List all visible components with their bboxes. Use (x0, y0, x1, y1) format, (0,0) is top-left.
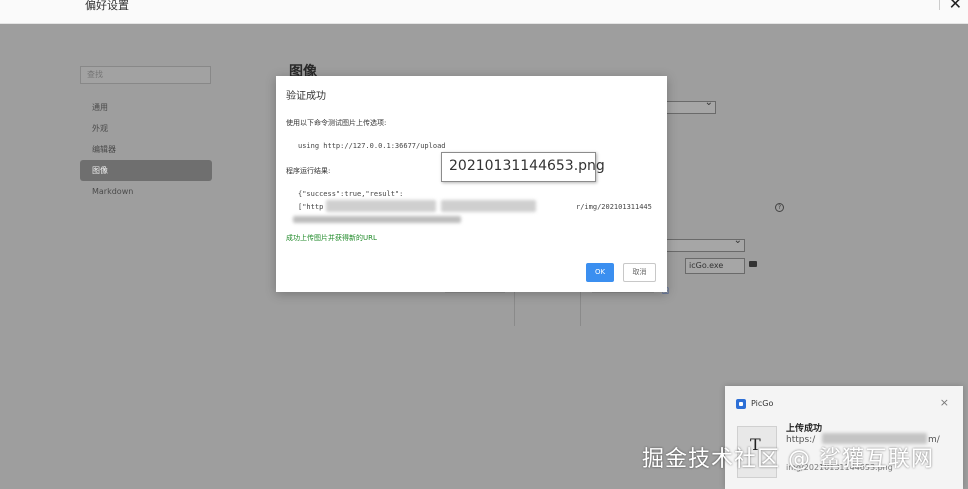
titlebar-separator (939, 0, 940, 10)
success-message: 成功上传图片并获得新的URL (286, 234, 377, 242)
command-text: using http://127.0.0.1:36677/upload (298, 142, 446, 150)
divider (514, 292, 515, 326)
help-icon[interactable]: ? (775, 203, 784, 212)
redacted-text (293, 216, 461, 223)
command-label: 使用以下命令测试图片上传选项: (286, 119, 387, 127)
ok-button[interactable]: OK (586, 263, 614, 282)
dialog-title: 验证成功 (286, 91, 326, 102)
upload-notification: PicGo × T 上传成功 https:/ m/ img/2021013114… (725, 386, 963, 489)
uploader-select[interactable] (655, 235, 745, 252)
watermark: 掘金技术社区 @ 鲨獾互联网 (642, 447, 934, 472)
cancel-button[interactable]: 取消 (623, 263, 656, 282)
picgo-icon (736, 399, 746, 409)
command-path-input[interactable]: icGo.exe (685, 258, 745, 274)
sidebar-item-image[interactable]: 图像 (80, 159, 212, 181)
sidebar-item-markdown[interactable]: Markdown (80, 181, 212, 202)
output-label: 程序运行结果: (286, 167, 331, 175)
window-title: 偏好设置 (85, 0, 129, 12)
divider (580, 292, 581, 326)
sidebar-menu: 通用 外观 编辑器 图像 Markdown (80, 97, 212, 202)
sidebar-item-editor[interactable]: 编辑器 (80, 139, 212, 160)
output-line-2-start: ["http (298, 203, 324, 211)
verify-success-dialog: 验证成功 使用以下命令测试图片上传选项: using http://127.0.… (276, 76, 667, 292)
sidebar-item-appearance[interactable]: 外观 (80, 118, 212, 139)
redacted-text (326, 200, 436, 212)
notification-app-name: PicGo (751, 399, 774, 408)
filename-tooltip: 20210131144653.png (441, 152, 605, 182)
output-line-1: {"success":true,"result": (298, 190, 404, 198)
redacted-text (441, 200, 536, 212)
window-close-icon[interactable]: ✕ (949, 0, 962, 12)
window-titlebar: 偏好设置 ✕ (0, 0, 968, 24)
notification-close-icon[interactable]: × (940, 396, 949, 409)
output-line-2-end: r/img/202101311445 (576, 203, 652, 211)
preferences-sidebar: 通用 外观 编辑器 图像 Markdown (80, 62, 212, 202)
notification-heading: 上传成功 (786, 424, 823, 434)
folder-icon[interactable] (749, 261, 757, 267)
sidebar-item-general[interactable]: 通用 (80, 97, 212, 118)
search-input[interactable] (80, 65, 211, 84)
